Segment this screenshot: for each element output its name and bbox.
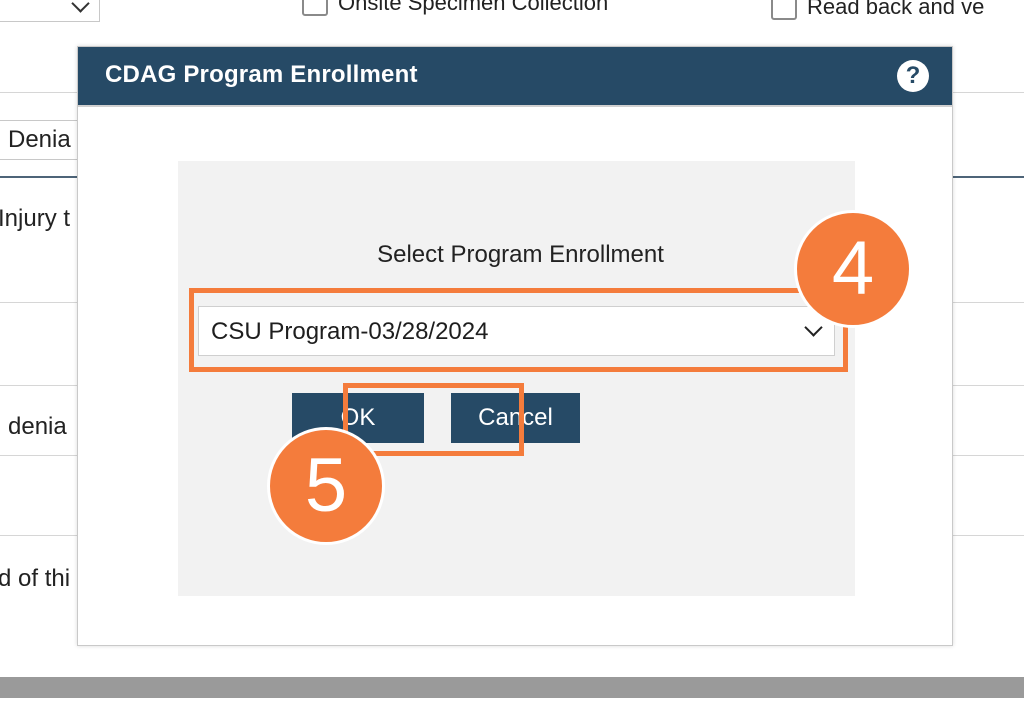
screen: Onsite Specimen Collection Read back and… [0,0,1024,726]
read-back-label: Read back and ve [807,0,985,19]
program-enrollment-dialog: CDAG Program Enrollment ? Select Program… [77,46,953,646]
onsite-specimen-checkbox-row[interactable]: Onsite Specimen Collection [302,0,608,16]
chevron-down-icon [804,318,823,337]
cancel-button[interactable]: Cancel [451,393,580,443]
step-5-badge: 5 [267,427,385,545]
background-text-row3: d of thi [0,565,71,592]
dialog-title: CDAG Program Enrollment [105,61,418,88]
chevron-down-icon [71,0,90,13]
program-enrollment-value: CSU Program-03/28/2024 [211,318,489,345]
select-enrollment-label: Select Program Enrollment [377,241,664,268]
step-4-badge: 4 [794,210,912,328]
read-back-checkbox[interactable] [771,0,797,20]
read-back-checkbox-row[interactable]: Read back and ve [771,0,984,20]
program-enrollment-select[interactable]: CSU Program-03/28/2024 [198,306,835,356]
dialog-content-panel: Select Program Enrollment CSU Program-03… [178,161,855,596]
dialog-header: CDAG Program Enrollment ? [78,47,952,107]
background-text-row1: Injury t [0,205,71,232]
onsite-specimen-label: Onsite Specimen Collection [338,0,609,15]
background-field-value: Denia [8,126,71,153]
background-dropdown[interactable] [0,0,100,22]
help-icon[interactable]: ? [897,60,929,92]
onsite-specimen-checkbox[interactable] [302,0,328,16]
bottom-scrollbar[interactable] [0,677,1024,698]
background-text-row2: denia [8,413,67,440]
